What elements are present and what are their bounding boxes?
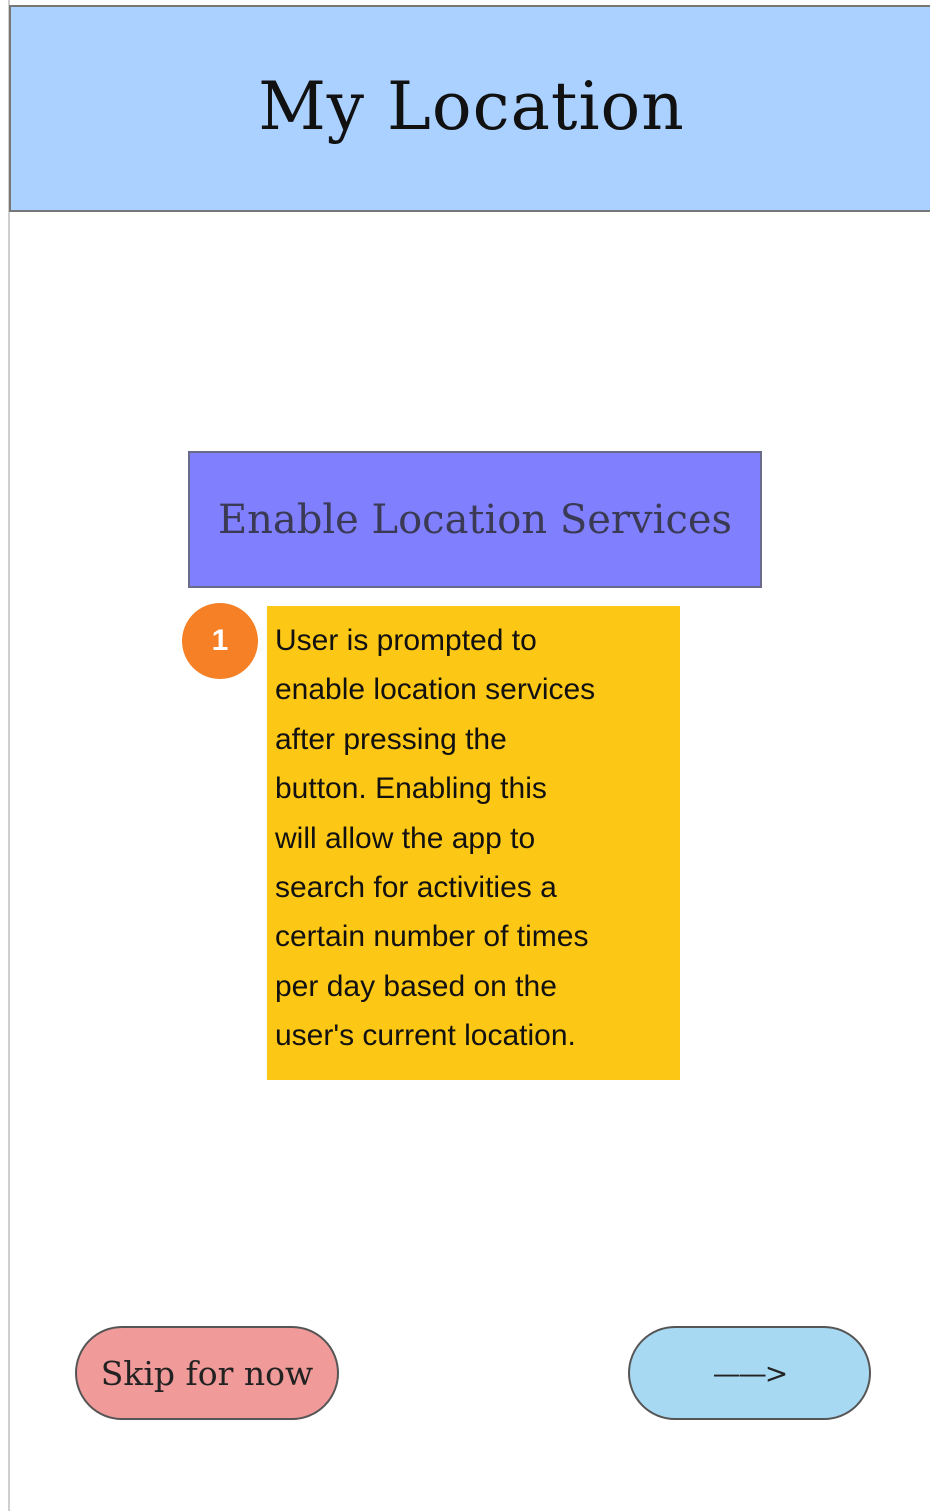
next-button[interactable]: ——> <box>628 1326 871 1420</box>
frame-edge <box>8 0 10 1511</box>
skip-for-now-button[interactable]: Skip for now <box>75 1326 339 1420</box>
enable-location-services-label: Enable Location Services <box>217 496 733 543</box>
note-line: button. Enabling this <box>275 772 547 806</box>
header-bar: My Location <box>9 5 930 212</box>
note-line: search for activities a <box>275 871 557 905</box>
note-line: User is prompted to <box>275 624 537 657</box>
note-line: after pressing the <box>275 722 507 756</box>
annotation-badge: 1 <box>182 603 258 679</box>
note-line: enable location services <box>275 673 596 707</box>
note-line: certain number of times <box>275 920 589 954</box>
annotation-note-text: User is prompted to enable location serv… <box>275 616 672 1061</box>
annotation-note: User is prompted to enable location serv… <box>267 606 680 1080</box>
enable-location-services-button[interactable]: Enable Location Services <box>188 451 762 588</box>
page-title: My Location <box>258 68 685 145</box>
next-arrow-label: ——> <box>712 1356 788 1390</box>
note-line: will allow the app to <box>275 821 536 855</box>
note-line: user's current location. <box>275 1019 576 1053</box>
note-line: per day based on the <box>275 969 557 1003</box>
skip-for-now-label: Skip for now <box>100 1353 314 1393</box>
annotation-badge-number: 1 <box>211 624 229 657</box>
screen: My Location Enable Location Services 1 U… <box>0 0 930 1511</box>
